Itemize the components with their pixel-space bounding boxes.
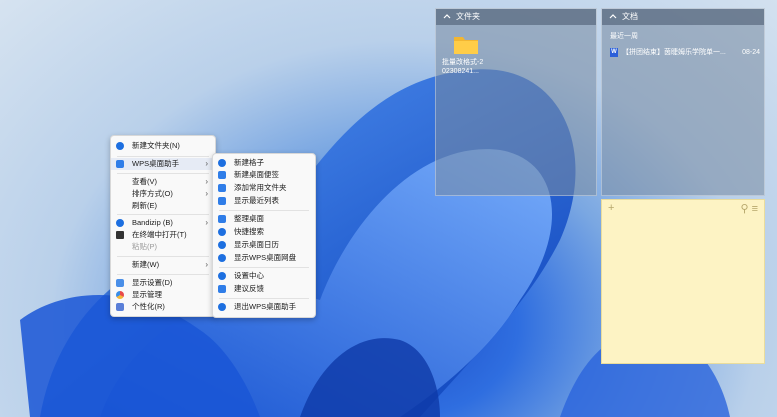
recent-week-label: 最近一周: [610, 33, 638, 40]
collapse-chevron-icon[interactable]: [442, 12, 452, 22]
documents-fence-header[interactable]: 文档: [602, 9, 764, 25]
add-note-icon[interactable]: +: [608, 202, 614, 214]
sticky-note-toolbar: + ⚲ ≡: [602, 200, 764, 216]
word-doc-icon: W: [610, 47, 618, 57]
chevron-right-icon: ›: [205, 218, 208, 227]
submenu-item-calendar[interactable]: 显示桌面日历: [213, 239, 315, 251]
menu-item-sort[interactable]: 排序方式(O) ›: [111, 188, 215, 200]
menu-divider: [117, 274, 209, 275]
menu-item-new-folder[interactable]: 新建文件夹(N): [111, 140, 215, 152]
documents-fence-title: 文档: [622, 12, 638, 21]
submenu-item-recent-list[interactable]: 显示最近列表: [213, 195, 315, 207]
chevron-right-icon: ›: [205, 189, 208, 198]
menu-divider: [117, 214, 209, 215]
desktop-context-menu: 新建文件夹(N) WPS桌面助手 › 查看(V) › 排序方式(O) › 刷新(…: [110, 135, 216, 317]
document-row[interactable]: W 【拼团结束】茵睫姆乐学院单一... 08-24: [610, 46, 760, 58]
menu-divider: [117, 156, 209, 157]
search-icon: [218, 228, 226, 236]
menu-divider: [219, 210, 309, 211]
submenu-item-organize[interactable]: 整理桌面: [213, 213, 315, 225]
document-name: 【拼团结束】茵睫姆乐学院单一...: [622, 49, 726, 56]
pin-icon[interactable]: ⚲: [740, 203, 748, 215]
bandizip-icon: [116, 219, 124, 227]
chevron-right-icon: ›: [205, 159, 208, 168]
folder-name-line2: 02308241...: [442, 68, 479, 75]
personalize-icon: [116, 303, 124, 311]
menu-item-display-manage[interactable]: 显示管理: [111, 289, 215, 301]
folders-fence-header[interactable]: 文件夹: [436, 9, 596, 25]
submenu-item-search[interactable]: 快捷搜索: [213, 226, 315, 238]
menu-divider: [219, 267, 309, 268]
folders-fence-title: 文件夹: [456, 12, 480, 21]
documents-fence[interactable]: 文档 最近一周 W 【拼团结束】茵睫姆乐学院单一... 08-24: [601, 8, 765, 196]
submenu-item-exit[interactable]: 退出WPS桌面助手: [213, 301, 315, 313]
menu-divider: [117, 256, 209, 257]
menu-item-bandizip[interactable]: Bandizip (B) ›: [111, 217, 215, 229]
menu-icon[interactable]: ≡: [752, 203, 758, 215]
wps-desktop-icon: [116, 160, 124, 168]
folders-fence[interactable]: 文件夹 批量改格式-2 02308241...: [435, 8, 597, 196]
sticky-note[interactable]: + ⚲ ≡: [601, 199, 765, 364]
menu-item-wps-desktop[interactable]: WPS桌面助手 ›: [111, 158, 215, 170]
menu-item-new[interactable]: 新建(W) ›: [111, 259, 215, 271]
menu-item-personalize[interactable]: 个性化(R): [111, 301, 215, 313]
organize-icon: [218, 215, 226, 223]
display-settings-icon: [116, 279, 124, 287]
gear-icon: [218, 272, 226, 280]
menu-item-refresh[interactable]: 刷新(E): [111, 200, 215, 212]
new-folder-icon: [116, 142, 124, 150]
submenu-item-add-folder[interactable]: 添加常用文件夹: [213, 182, 315, 194]
menu-divider: [219, 298, 309, 299]
folder-name-line1: 批量改格式-2: [442, 59, 484, 66]
menu-divider: [117, 173, 209, 174]
chevron-right-icon: ›: [205, 177, 208, 186]
calendar-icon: [218, 241, 226, 249]
feedback-icon: [218, 285, 226, 293]
exit-icon: [218, 303, 226, 311]
menu-item-terminal[interactable]: 在终端中打开(T): [111, 229, 215, 241]
terminal-icon: [116, 231, 124, 239]
collapse-chevron-icon[interactable]: [608, 12, 618, 22]
submenu-item-settings[interactable]: 设置中心: [213, 270, 315, 282]
folder-item[interactable]: 批量改格式-2 02308241...: [442, 33, 490, 76]
menu-item-display-settings[interactable]: 显示设置(D): [111, 277, 215, 289]
cloud-icon: [218, 254, 226, 262]
document-date: 08-24: [742, 48, 760, 56]
folder-add-icon: [218, 184, 226, 192]
menu-item-paste: 粘贴(P): [132, 242, 157, 251]
submenu-item-new-note[interactable]: 新建桌面便签: [213, 169, 315, 181]
submenu-item-new-grid[interactable]: 新建格子: [213, 157, 315, 169]
display-manage-icon: [116, 291, 124, 299]
note-icon: [218, 171, 226, 179]
submenu-item-cloud[interactable]: 显示WPS桌面网盘: [213, 252, 315, 264]
menu-item-view[interactable]: 查看(V) ›: [111, 176, 215, 188]
plus-circle-icon: [218, 159, 226, 167]
recent-list-icon: [218, 197, 226, 205]
folder-icon: [454, 37, 478, 54]
submenu-item-feedback[interactable]: 建议反馈: [213, 283, 315, 295]
wps-desktop-submenu: 新建格子 新建桌面便签 添加常用文件夹 显示最近列表 整理桌面 快捷搜索 显示桌…: [212, 153, 316, 318]
chevron-right-icon: ›: [205, 260, 208, 269]
